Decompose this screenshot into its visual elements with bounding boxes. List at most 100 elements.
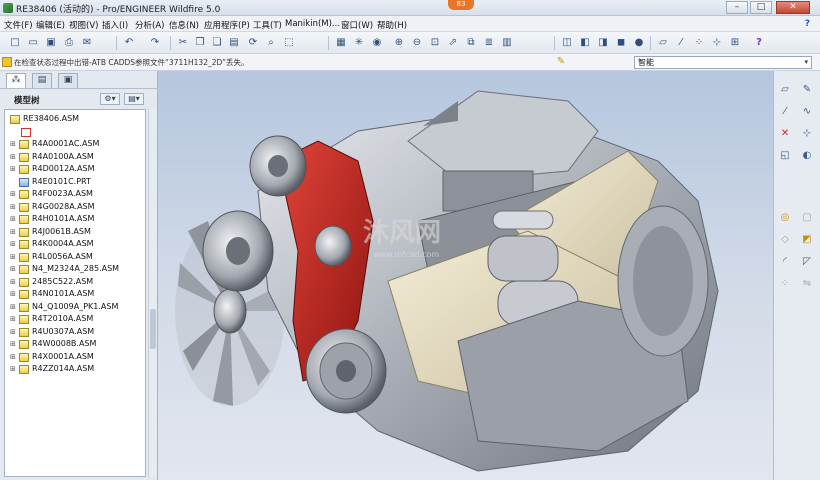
expand-icon[interactable]: ⊞ (10, 215, 16, 223)
expand-icon[interactable]: ⊞ (10, 165, 16, 173)
selection-filter-select[interactable]: 智能 ▾ (634, 56, 812, 69)
saved-views-icon[interactable]: ⧉ (464, 36, 478, 50)
view-manager-icon[interactable]: ▥ (500, 36, 514, 50)
tree-item[interactable]: R4E0101C.PRT (5, 176, 145, 189)
help-icon[interactable]: ? (805, 19, 810, 29)
minimize-button[interactable]: – (726, 1, 748, 14)
tree-item[interactable]: ⊞ N4_M2324A_285.ASM (5, 263, 145, 276)
expand-icon[interactable]: ⊞ (10, 153, 16, 161)
redo-icon[interactable]: ↷ (148, 36, 162, 50)
tree-item[interactable]: ⊞ N4_Q1009A_PK1.ASM (5, 301, 145, 314)
rib-icon[interactable]: ◇ (778, 233, 792, 247)
datum-plane-icon[interactable]: ▱ (778, 83, 792, 97)
zoom-in-icon[interactable]: ⊕ (392, 36, 406, 50)
axis-icon[interactable]: ⁄ (778, 105, 792, 119)
graphics-viewport[interactable]: 沐风网 www.mfcad.com (158, 71, 773, 480)
menu-insert[interactable]: 插入(I) (102, 19, 128, 31)
cut-icon[interactable]: ✂ (176, 36, 190, 50)
menu-view[interactable]: 视图(V) (69, 19, 98, 31)
paste-special-icon[interactable]: ▤ (227, 36, 241, 50)
tree-item[interactable]: ⊞ R4U0307A.ASM (5, 326, 145, 339)
expand-icon[interactable]: ⊞ (10, 203, 16, 211)
chamfer-icon[interactable]: ◸ (800, 255, 814, 269)
tree-item[interactable]: ⊞ R4J0061B.ASM (5, 226, 145, 239)
point-display-icon[interactable]: ⁘ (692, 36, 706, 50)
orient-mode-icon[interactable]: ◉ (370, 36, 384, 50)
expand-icon[interactable]: ⊞ (10, 228, 16, 236)
sketch-icon[interactable]: ✎ (800, 83, 814, 97)
zoom-out-icon[interactable]: ⊖ (410, 36, 424, 50)
expand-icon[interactable]: ⊞ (10, 315, 16, 323)
datum-planes-icon[interactable]: ▱ (656, 36, 670, 50)
chevron-down-icon[interactable]: ▾ (804, 57, 808, 68)
new-icon[interactable]: □ (8, 36, 22, 50)
tree-item[interactable]: ⊞ R4X0001A.ASM (5, 351, 145, 364)
expand-icon[interactable]: ⊞ (10, 340, 16, 348)
revolve-icon[interactable]: ◐ (800, 149, 814, 163)
folder-browser-tab-icon[interactable]: ▤ (32, 73, 52, 88)
csys-icon[interactable]: ⊹ (800, 127, 814, 141)
engine-model[interactable]: 沐风网 www.mfcad.com (158, 71, 773, 480)
regenerate-icon[interactable]: ⟳ (246, 36, 260, 50)
save-icon[interactable]: ▣ (44, 36, 58, 50)
enhanced-realism-icon[interactable]: ● (632, 36, 646, 50)
menu-edit[interactable]: 编辑(E) (36, 19, 65, 31)
pattern-icon[interactable]: ⁘ (778, 277, 792, 291)
favorites-tab-icon[interactable]: ▣ (58, 73, 78, 88)
expand-icon[interactable]: ⊞ (10, 328, 16, 336)
print-icon[interactable]: ⎙ (62, 36, 76, 50)
menu-window[interactable]: 窗口(W) (341, 19, 373, 31)
menu-manikin[interactable]: Manikin(M)... (285, 19, 340, 29)
menu-info[interactable]: 信息(N) (169, 19, 199, 31)
mirror-icon[interactable]: ⇋ (800, 277, 814, 291)
shading-icon[interactable]: ◼ (614, 36, 628, 50)
tree-scrollbar[interactable] (148, 109, 156, 477)
hole-icon[interactable]: ◎ (778, 211, 792, 225)
tree-item[interactable] (5, 126, 145, 139)
point-icon[interactable]: ✕ (778, 127, 792, 141)
expand-icon[interactable]: ⊞ (10, 265, 16, 273)
expand-icon[interactable]: ⊞ (10, 240, 16, 248)
copy-icon[interactable]: ❐ (193, 36, 207, 50)
tree-item[interactable]: ⊞ R4A0001AC.ASM (5, 138, 145, 151)
hidden-line-icon[interactable]: ◧ (578, 36, 592, 50)
csys-display-icon[interactable]: ⊹ (710, 36, 724, 50)
menu-analysis[interactable]: 分析(A) (135, 19, 164, 31)
extrude-icon[interactable]: ◱ (778, 149, 792, 163)
round-icon[interactable]: ◜ (778, 255, 792, 269)
tree-settings-icon[interactable]: ⚙▾ (100, 93, 120, 105)
menu-applications[interactable]: 应用程序(P) (204, 19, 250, 31)
open-icon[interactable]: ▭ (26, 36, 40, 50)
draft-icon[interactable]: ◩ (800, 233, 814, 247)
tree-item[interactable]: ⊞ R4H0101A.ASM (5, 213, 145, 226)
scrollbar-thumb[interactable] (150, 309, 156, 349)
pin-icon[interactable]: ✎ (556, 56, 566, 68)
find-icon[interactable]: ⌕ (264, 36, 278, 50)
tree-item[interactable]: ⊞ R4G0028A.ASM (5, 201, 145, 214)
context-help-icon[interactable]: ? (752, 36, 766, 50)
expand-icon[interactable]: ⊞ (10, 290, 16, 298)
annotation-display-icon[interactable]: ⊞ (728, 36, 742, 50)
tree-item[interactable]: ⊞ R4T2010A.ASM (5, 313, 145, 326)
tree-show-icon[interactable]: ▤▾ (124, 93, 144, 105)
undo-icon[interactable]: ↶ (122, 36, 136, 50)
refit-icon[interactable]: ⊡ (428, 36, 442, 50)
tree-item[interactable]: ⊞ R4L0056A.ASM (5, 251, 145, 264)
expand-icon[interactable]: ⊞ (10, 303, 16, 311)
tree-item[interactable]: ⊞ R4D0012A.ASM (5, 163, 145, 176)
layers-icon[interactable]: ≣ (482, 36, 496, 50)
menu-tools[interactable]: 工具(T) (253, 19, 282, 31)
expand-icon[interactable]: ⊞ (10, 353, 16, 361)
shell-icon[interactable]: ▢ (800, 211, 814, 225)
tree-item[interactable]: ⊞ R4A0100A.ASM (5, 151, 145, 164)
tree-item[interactable]: ⊞ R4ZZ014A.ASM (5, 363, 145, 376)
tree-item[interactable]: ⊞ R4W0008B.ASM (5, 338, 145, 351)
reorient-icon[interactable]: ⬀ (446, 36, 460, 50)
select-box-icon[interactable]: ⬚ (282, 36, 296, 50)
model-tree-tab-icon[interactable]: ⁂ (6, 73, 26, 88)
curve-icon[interactable]: ∿ (800, 105, 814, 119)
spin-center-icon[interactable]: ✳ (352, 36, 366, 50)
tree-item[interactable]: ⊞ 2485C522.ASM (5, 276, 145, 289)
datum-axes-icon[interactable]: ⁄ (674, 36, 688, 50)
wireframe-icon[interactable]: ◫ (560, 36, 574, 50)
